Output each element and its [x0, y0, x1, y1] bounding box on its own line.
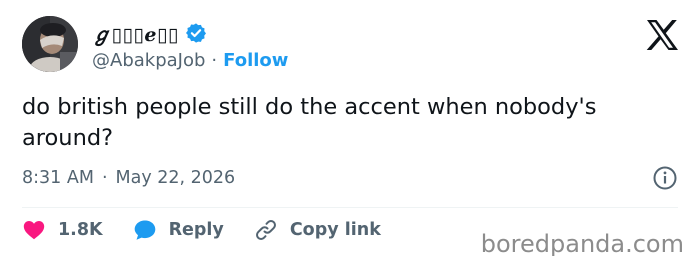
- heart-icon: [23, 221, 45, 240]
- meta-separator: ·: [101, 168, 108, 188]
- avatar[interactable]: [22, 16, 78, 72]
- tweet-time[interactable]: 8:31 AM: [22, 168, 94, 188]
- copy-link-label: Copy link: [289, 220, 381, 240]
- divider: [22, 207, 678, 208]
- author-handle-row: @AbakpaJob · Follow: [92, 47, 288, 73]
- tweet-card: ℊ▯▯▯e▯▯ @AbakpaJob · Follow do british p…: [0, 0, 700, 256]
- follow-button[interactable]: Follow: [223, 50, 288, 71]
- handle-separator: ·: [211, 49, 218, 71]
- verified-badge-icon: [185, 23, 206, 43]
- speech-bubble-icon: [134, 220, 155, 240]
- author-handle[interactable]: @AbakpaJob: [92, 50, 205, 71]
- link-icon: [255, 220, 276, 240]
- tweet-date[interactable]: May 22, 2026: [116, 168, 236, 188]
- action-bar: 1.8K Reply Copy link: [22, 214, 411, 246]
- author-display-name[interactable]: ℊ▯▯▯e▯▯: [92, 20, 179, 47]
- x-logo-icon[interactable]: [646, 20, 678, 50]
- like-button[interactable]: 1.8K: [22, 218, 103, 242]
- watermark: boredpanda.com: [480, 230, 684, 256]
- tweet-meta: 8:31 AM · May 22, 2026: [22, 164, 235, 192]
- author-name-row: ℊ▯▯▯e▯▯: [92, 18, 207, 48]
- reply-button[interactable]: Reply: [133, 218, 224, 242]
- reply-label: Reply: [168, 220, 224, 240]
- copy-link-button[interactable]: Copy link: [254, 218, 381, 242]
- like-count: 1.8K: [58, 220, 103, 240]
- tweet-text: do british people still do the accent wh…: [22, 94, 597, 151]
- info-icon[interactable]: [652, 165, 678, 191]
